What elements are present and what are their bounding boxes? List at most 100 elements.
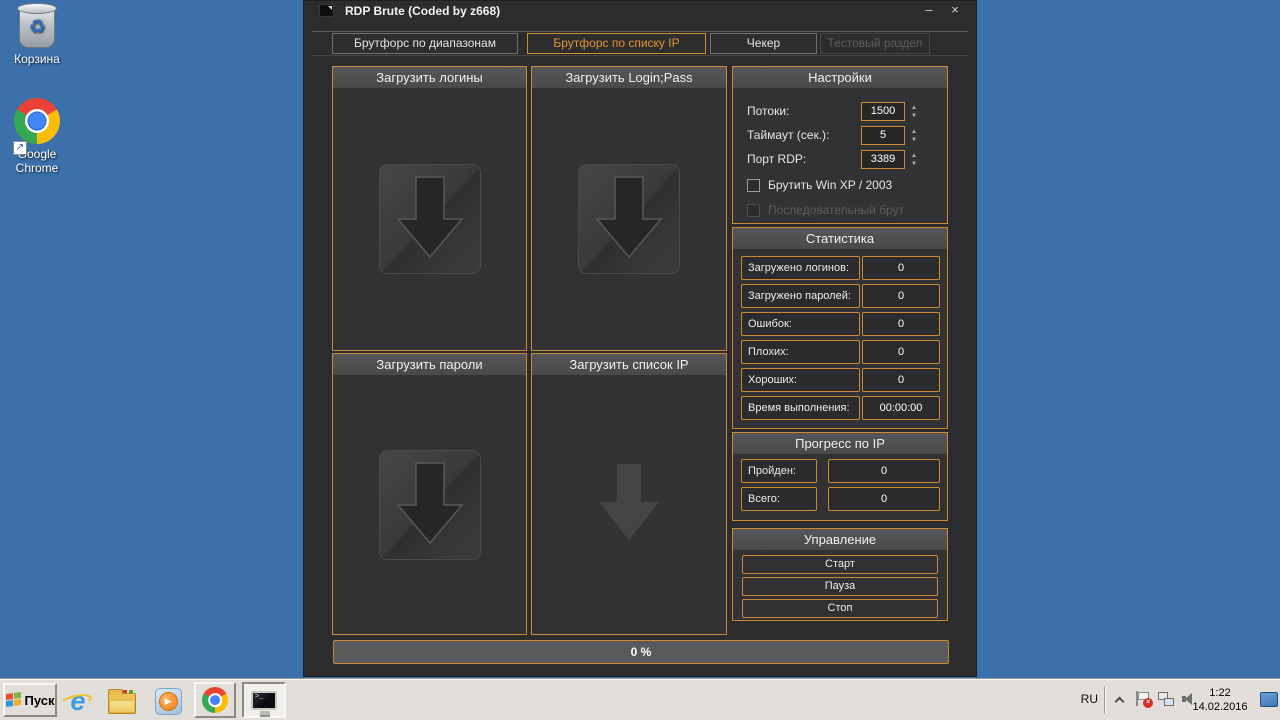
titlebar[interactable]: RDP Brute (Coded by z668) – ×	[304, 1, 976, 21]
taskbar-button-chrome[interactable]	[194, 682, 236, 718]
ip-progress-row-passed: Пройден: 0	[741, 459, 940, 483]
download-watermark-icon	[378, 449, 482, 561]
checkbox-label: Последовательный брут	[768, 203, 904, 217]
minimize-button[interactable]: –	[917, 2, 941, 19]
rdp-port-stepper: 3389 ▲ ▼	[861, 150, 921, 169]
close-button[interactable]: ×	[943, 2, 967, 19]
checkbox-label: Брутить Win XP / 2003	[768, 178, 892, 192]
tab-checker[interactable]: Чекер	[710, 33, 817, 54]
network-icon[interactable]	[1158, 692, 1174, 706]
shortcut-arrow-icon: ↗	[13, 141, 27, 155]
spin-up-icon[interactable]: ▲	[911, 153, 917, 159]
download-arrow-watermark-icon	[589, 460, 669, 550]
stat-row-errors: Ошибок: 0	[741, 312, 940, 336]
stat-row-bad: Плохих: 0	[741, 340, 940, 364]
window-title: RDP Brute (Coded by z668)	[345, 4, 500, 18]
desktop-icon-label: Корзина	[4, 52, 70, 66]
desktop-icon-recycle-bin[interactable]: ♻ Корзина	[4, 6, 70, 66]
stat-row-loaded-logins: Загружено логинов: 0	[741, 256, 940, 280]
stat-row-good: Хороших: 0	[741, 368, 940, 392]
threads-stepper: 1500 ▲ ▼	[861, 102, 921, 121]
loginpass-list-area[interactable]	[532, 88, 726, 350]
recycle-bin-icon: ♻	[19, 6, 55, 48]
checkbox-brute-winxp[interactable]: Брутить Win XP / 2003	[747, 178, 892, 192]
tray-clock[interactable]: 1:22 14.02.2016	[1188, 686, 1252, 714]
panel-load-ip-list: Загрузить список IP	[531, 353, 727, 635]
pause-button[interactable]: Пауза	[742, 577, 938, 596]
prompt-icon: >_	[255, 693, 263, 701]
load-logins-button[interactable]: Загрузить логины	[333, 67, 526, 88]
download-watermark-icon	[378, 163, 482, 275]
statistics-header: Статистика	[733, 228, 947, 249]
tray-date: 14.02.2016	[1188, 700, 1252, 714]
rdp-port-input[interactable]: 3389	[861, 150, 905, 169]
language-indicator[interactable]: RU	[1081, 692, 1098, 706]
checkbox-icon	[747, 204, 760, 217]
taskbar: Пуск e ▶ >_ RU × 1:22 14.02.2016	[0, 678, 1280, 720]
stat-row-elapsed-time: Время выполнения: 00:00:00	[741, 396, 940, 420]
spin-up-icon[interactable]: ▲	[911, 129, 917, 135]
stop-button[interactable]: Стоп	[742, 599, 938, 618]
folder-icon	[108, 693, 136, 714]
chrome-icon	[14, 98, 60, 144]
threads-label: Потоки:	[747, 104, 789, 118]
chrome-icon	[202, 687, 228, 713]
quicklaunch-file-explorer[interactable]	[107, 686, 137, 716]
rdp-port-label: Порт RDP:	[747, 152, 806, 166]
start-button-label: Пуск	[25, 693, 55, 708]
tab-test-section: Тестовый раздел	[820, 33, 930, 54]
panel-settings: Настройки Потоки: 1500 ▲ ▼ Таймаут (сек.…	[732, 66, 948, 224]
ip-list-area[interactable]	[532, 375, 726, 634]
checkbox-icon[interactable]	[747, 179, 760, 192]
timeout-input[interactable]: 5	[861, 126, 905, 145]
download-watermark-icon	[577, 163, 681, 275]
panel-control: Управление Старт Пауза Стоп	[732, 528, 948, 621]
settings-header: Настройки	[733, 67, 947, 88]
passwords-list-area[interactable]	[333, 375, 526, 634]
panel-load-loginpass: Загрузить Login;Pass	[531, 66, 727, 351]
start-menu-button[interactable]: Пуск	[3, 683, 57, 717]
spin-up-icon[interactable]: ▲	[911, 105, 917, 111]
tab-brute-by-range[interactable]: Брутфорс по диапазонам	[332, 33, 518, 54]
action-center-flag-icon[interactable]: ×	[1136, 691, 1150, 707]
tray-time: 1:22	[1188, 686, 1252, 700]
timeout-label: Таймаут (сек.):	[747, 128, 829, 142]
ip-progress-row-total: Всего: 0	[741, 487, 940, 511]
logins-list-area[interactable]	[333, 88, 526, 350]
threads-input[interactable]: 1500	[861, 102, 905, 121]
load-passwords-button[interactable]: Загрузить пароли	[333, 354, 526, 375]
quicklaunch-media-player[interactable]: ▶	[153, 686, 183, 716]
panel-statistics: Статистика Загружено логинов: 0 Загружен…	[732, 227, 948, 429]
window-icon	[319, 4, 334, 17]
tray-divider	[1104, 687, 1106, 713]
tab-brute-by-ip-list[interactable]: Брутфорс по списку IP	[527, 33, 706, 54]
overall-progress-bar: 0 %	[333, 640, 949, 664]
taskbar-button-rdp-brute-active[interactable]: >_	[242, 682, 286, 718]
panel-ip-progress: Прогресс по IP Пройден: 0 Всего: 0	[732, 432, 948, 521]
panel-load-logins: Загрузить логины	[332, 66, 527, 351]
folder-items-icon	[123, 690, 133, 693]
recycle-symbol-icon: ♻	[20, 17, 54, 39]
console-monitor-icon: >_	[251, 691, 277, 710]
spin-down-icon[interactable]: ▼	[911, 161, 917, 167]
stat-row-loaded-passwords: Загружено паролей: 0	[741, 284, 940, 308]
quicklaunch-internet-explorer[interactable]: e	[63, 686, 93, 716]
checkbox-sequential-brute: Последовательный брут	[747, 203, 904, 217]
load-ip-list-button[interactable]: Загрузить список IP	[532, 354, 726, 375]
spin-down-icon[interactable]: ▼	[911, 137, 917, 143]
tray-expand-chevron-icon[interactable]	[1115, 696, 1123, 704]
remote-session-icon[interactable]	[1260, 692, 1278, 707]
load-loginpass-button[interactable]: Загрузить Login;Pass	[532, 67, 726, 88]
alert-badge-icon: ×	[1143, 698, 1153, 708]
spin-down-icon[interactable]: ▼	[911, 113, 917, 119]
media-player-icon: ▶	[155, 688, 182, 715]
play-icon: ▶	[159, 692, 178, 711]
tab-bar: Брутфорс по диапазонам Брутфорс по списк…	[312, 31, 968, 56]
timeout-stepper: 5 ▲ ▼	[861, 126, 921, 145]
rdp-brute-window: RDP Brute (Coded by z668) – × Брутфорс п…	[303, 0, 977, 677]
desktop-icon-google-chrome[interactable]: ↗ Google Chrome	[4, 98, 70, 175]
control-header: Управление	[733, 529, 947, 550]
start-button[interactable]: Старт	[742, 555, 938, 574]
ip-progress-header: Прогресс по IP	[733, 433, 947, 454]
windows-logo-icon	[6, 692, 21, 708]
